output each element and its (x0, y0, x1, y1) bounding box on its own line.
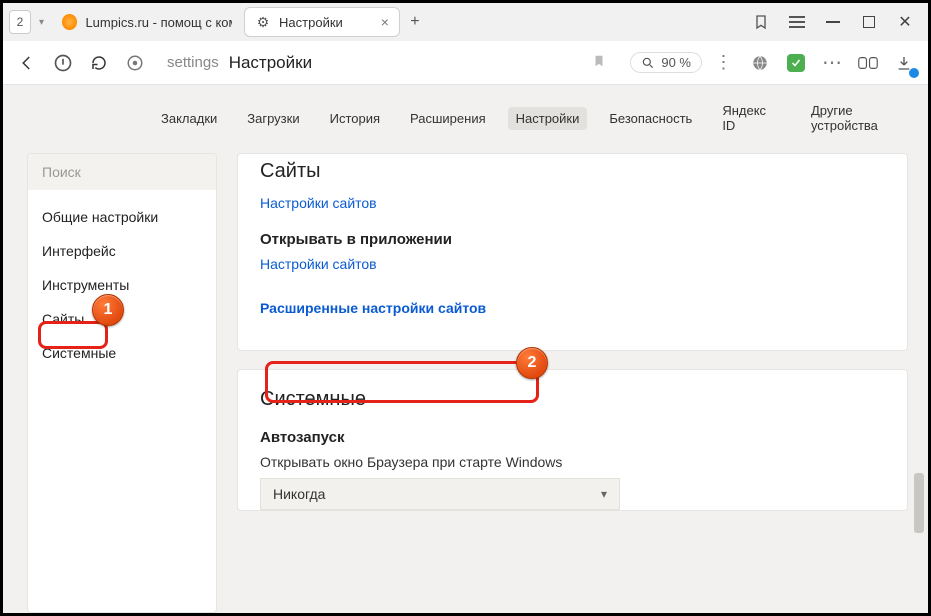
link-site-settings-2[interactable]: Настройки сайтов (260, 256, 377, 272)
scrollbar[interactable] (910, 153, 924, 613)
gear-icon: ⚙ (255, 14, 271, 30)
page-content: Закладки Загрузки История Расширения Нас… (3, 85, 928, 613)
protect-shield-icon[interactable] (782, 49, 810, 77)
browser-toolbar: settings Настройки 90 % ⋮ ⋯ (3, 41, 928, 85)
topnav-bookmarks[interactable]: Закладки (153, 107, 225, 130)
new-tab-button[interactable]: + (402, 9, 428, 35)
downloads-icon[interactable] (890, 49, 918, 77)
link-site-settings-1[interactable]: Настройки сайтов (260, 195, 377, 211)
window-maximize-button[interactable] (852, 7, 886, 37)
overflow-icon[interactable]: ⋯ (818, 49, 846, 77)
more-icon[interactable]: ⋮ (710, 49, 738, 77)
settings-main: Сайты Настройки сайтов Открывать в прило… (237, 153, 908, 613)
sidebar-item-general[interactable]: Общие настройки (28, 200, 216, 234)
reload-button[interactable] (85, 49, 113, 77)
menu-icon[interactable] (780, 7, 814, 37)
back-button[interactable] (13, 49, 41, 77)
window-minimize-button[interactable] (816, 7, 850, 37)
topnav-extensions[interactable]: Расширения (402, 107, 494, 130)
sites-heading: Сайты (260, 160, 885, 183)
chevron-down-icon: ▾ (601, 487, 607, 501)
sidebar-search[interactable]: Поиск (28, 154, 216, 190)
autostart-select[interactable]: Никогда ▾ (260, 478, 620, 510)
tab-lumpics[interactable]: Lumpics.ru - помощ с ком (52, 7, 242, 37)
topnav-yandexid[interactable]: Яндекс ID (714, 99, 789, 137)
zoom-indicator[interactable]: 90 % (630, 52, 702, 73)
settings-topnav: Закладки Загрузки История Расширения Нас… (3, 85, 928, 153)
topnav-security[interactable]: Безопасность (601, 107, 700, 130)
site-lock-icon[interactable] (121, 49, 149, 77)
topnav-downloads[interactable]: Загрузки (239, 107, 307, 130)
scrollbar-thumb[interactable] (914, 473, 924, 533)
topnav-settings[interactable]: Настройки (508, 107, 588, 130)
reader-icon[interactable] (744, 7, 778, 37)
window-titlebar: 2 ▾ Lumpics.ru - помощ с ком ⚙ Настройки… (3, 3, 928, 41)
sidebar-item-interface[interactable]: Интерфейс (28, 234, 216, 268)
yandex-logo-icon[interactable] (49, 49, 77, 77)
magnifier-icon (641, 56, 655, 70)
topnav-other-devices[interactable]: Другие устройства (803, 99, 928, 137)
settings-sidebar: Поиск Общие настройки Интерфейс Инструме… (27, 153, 217, 613)
sidebar-item-sites[interactable]: Сайты (28, 302, 216, 336)
system-heading: Системные (260, 388, 885, 411)
address-title: Настройки (229, 53, 312, 73)
window-close-button[interactable]: ✕ (888, 7, 922, 37)
autostart-value: Никогда (273, 486, 325, 502)
sites-open-in-app: Открывать в приложении (260, 231, 885, 248)
bookmark-icon[interactable] (592, 53, 606, 72)
extensions-icon[interactable] (854, 49, 882, 77)
tab-label: Настройки (279, 15, 343, 30)
card-sites: Сайты Настройки сайтов Открывать в прило… (237, 153, 908, 351)
autostart-heading: Автозапуск (260, 429, 885, 446)
zoom-value: 90 % (661, 55, 691, 70)
chevron-down-icon[interactable]: ▾ (33, 17, 50, 28)
close-tab-icon[interactable]: × (381, 14, 389, 30)
address-bar[interactable]: settings Настройки (157, 47, 622, 79)
address-host: settings (167, 54, 219, 71)
card-system: Системные Автозапуск Открывать окно Брау… (237, 369, 908, 511)
lumpics-favicon-icon (62, 14, 77, 30)
topnav-history[interactable]: История (322, 107, 388, 130)
globe-icon[interactable] (746, 49, 774, 77)
link-advanced-site-settings[interactable]: Расширенные настройки сайтов (260, 300, 486, 316)
autostart-desc: Открывать окно Браузера при старте Windo… (260, 454, 885, 470)
tab-group-count[interactable]: 2 (9, 10, 31, 34)
sidebar-item-tools[interactable]: Инструменты (28, 268, 216, 302)
sidebar-item-system[interactable]: Системные (28, 336, 216, 370)
tab-label: Lumpics.ru - помощ с ком (85, 15, 232, 30)
tab-settings[interactable]: ⚙ Настройки × (244, 7, 400, 37)
